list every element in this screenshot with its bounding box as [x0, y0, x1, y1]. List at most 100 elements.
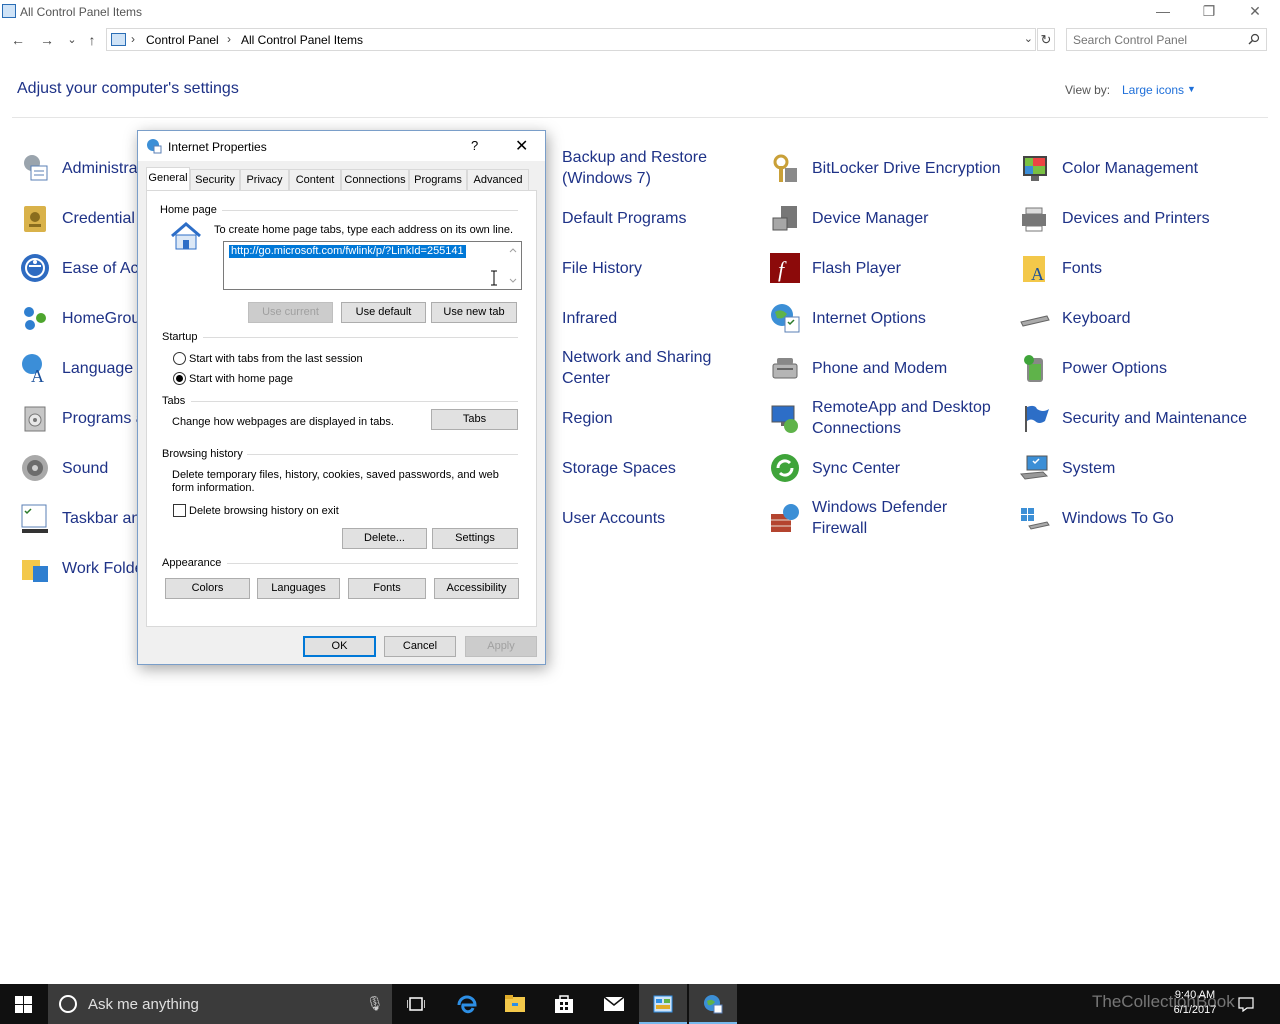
microphone-icon[interactable]: 🎙	[366, 995, 384, 1012]
tab-general[interactable]: General	[146, 167, 190, 191]
dialog-close-button[interactable]: ✕	[515, 136, 528, 156]
address-dropdown-icon[interactable]: ⌄	[1024, 32, 1033, 45]
tab-privacy[interactable]: Privacy	[240, 169, 289, 191]
taskbar-edge[interactable]	[443, 984, 491, 1024]
item-device-manager[interactable]: Device Manager	[769, 196, 1009, 240]
ok-button[interactable]: OK	[303, 636, 376, 657]
taskbar-store[interactable]	[540, 984, 588, 1024]
view-by-dropdown[interactable]: Large icons	[1122, 83, 1184, 97]
taskbar-internet-properties[interactable]	[689, 984, 737, 1024]
item-phone-modem[interactable]: Phone and Modem	[769, 346, 1009, 390]
item-programs-features[interactable]: Programs a	[19, 396, 145, 440]
color-management-icon	[1023, 156, 1047, 181]
delete-on-exit-label[interactable]: Delete browsing history on exit	[189, 505, 339, 518]
tab-programs[interactable]: Programs	[409, 169, 467, 191]
radio-home-page-label[interactable]: Start with home page	[189, 373, 293, 386]
item-power-options[interactable]: Power Options	[1019, 346, 1259, 390]
item-storage-spaces[interactable]: Storage Spaces	[519, 446, 739, 490]
item-internet-options[interactable]: Internet Options	[769, 296, 1009, 340]
item-homegroup[interactable]: HomeGrou	[19, 296, 140, 340]
item-network-sharing[interactable]: Network and Sharing Center	[519, 346, 739, 390]
apply-button[interactable]: Apply	[465, 636, 537, 657]
dialog-title-bar[interactable]: Internet Properties ? ✕	[138, 131, 545, 161]
url-scrollbar[interactable]	[506, 243, 520, 288]
item-language[interactable]: A Language	[19, 346, 139, 390]
accessibility-button[interactable]: Accessibility	[434, 578, 519, 599]
item-fonts[interactable]: A Fonts	[1019, 246, 1259, 290]
search-icon	[1248, 33, 1260, 45]
taskbar-control-panel[interactable]	[639, 984, 687, 1024]
search-box[interactable]	[1066, 28, 1267, 51]
close-button[interactable]: ✕	[1232, 0, 1278, 24]
refresh-button[interactable]: ↻	[1037, 28, 1055, 51]
home-page-url-text[interactable]: http://go.microsoft.com/fwlink/p/?LinkId…	[229, 245, 466, 258]
system-clock[interactable]: 9:40 AM 6/1/2017	[1165, 988, 1225, 1018]
up-button[interactable]: ↑	[82, 30, 102, 50]
tab-security[interactable]: Security	[190, 169, 240, 191]
tab-advanced[interactable]: Advanced	[467, 169, 529, 191]
delete-on-exit-checkbox[interactable]	[173, 504, 186, 517]
radio-home-page[interactable]	[173, 372, 186, 385]
cortana-search-box[interactable]: Ask me anything 🎙	[48, 984, 392, 1024]
item-backup-restore[interactable]: Backup and Restore (Windows 7)	[519, 146, 739, 190]
item-region[interactable]: Region	[519, 396, 739, 440]
item-taskbar-navigation[interactable]: Taskbar an	[19, 496, 141, 540]
restore-button[interactable]: ❐	[1186, 0, 1232, 24]
item-firewall[interactable]: Windows Defender Firewall	[769, 496, 1009, 540]
delete-button[interactable]: Delete...	[342, 528, 427, 549]
notification-icon[interactable]	[1238, 996, 1254, 1012]
tab-content[interactable]: Content	[289, 169, 341, 191]
item-work-folders[interactable]: Work Folde	[19, 546, 144, 590]
item-credential-manager[interactable]: Credential	[19, 196, 139, 240]
item-flash-player[interactable]: f Flash Player	[769, 246, 1009, 290]
settings-button[interactable]: Settings	[432, 528, 518, 549]
breadcrumb-control-panel[interactable]: Control Panel	[146, 33, 219, 47]
item-keyboard[interactable]: Keyboard	[1019, 296, 1259, 340]
help-button[interactable]: ?	[471, 138, 478, 153]
radio-last-session-label[interactable]: Start with tabs from the last session	[189, 353, 363, 366]
cancel-button[interactable]: Cancel	[384, 636, 456, 657]
item-label: Taskbar an	[62, 509, 141, 527]
use-default-button[interactable]: Use default	[341, 302, 426, 323]
item-sync-center[interactable]: Sync Center	[769, 446, 1009, 490]
languages-button[interactable]: Languages	[257, 578, 340, 599]
home-page-url-field[interactable]: http://go.microsoft.com/fwlink/p/?LinkId…	[223, 241, 522, 290]
taskbar: Ask me anything 🎙 TheCollectionBook 9:40…	[0, 984, 1280, 1024]
taskbar-file-explorer[interactable]	[491, 984, 539, 1024]
item-ease-of-access[interactable]: Ease of Acc	[19, 246, 147, 290]
item-sound[interactable]: Sound	[19, 446, 139, 490]
cortana-placeholder[interactable]: Ask me anything	[88, 996, 199, 1013]
task-view-button[interactable]	[392, 984, 440, 1024]
forward-button[interactable]: →	[37, 30, 57, 50]
breadcrumb-all-items[interactable]: All Control Panel Items	[241, 33, 363, 47]
chevron-down-icon[interactable]: ▼	[1187, 84, 1196, 94]
taskbar-mail[interactable]	[590, 984, 638, 1024]
item-system[interactable]: System	[1019, 446, 1259, 490]
colors-button[interactable]: Colors	[165, 578, 250, 599]
radio-last-session[interactable]	[173, 352, 186, 365]
back-button[interactable]: ←	[8, 30, 28, 50]
recent-locations-button[interactable]: ⌄	[62, 30, 82, 50]
tabs-button[interactable]: Tabs	[431, 409, 518, 430]
item-default-programs[interactable]: Default Programs	[519, 196, 739, 240]
address-bar[interactable]: › Control Panel › All Control Panel Item…	[106, 28, 1036, 51]
use-new-tab-button[interactable]: Use new tab	[431, 302, 517, 323]
item-windows-to-go[interactable]: Windows To Go	[1019, 496, 1259, 540]
item-security-maintenance[interactable]: Security and Maintenance	[1019, 396, 1259, 440]
item-remoteapp[interactable]: RemoteApp and Desktop Connections	[769, 396, 1009, 440]
item-bitlocker[interactable]: BitLocker Drive Encryption	[769, 146, 1009, 190]
item-user-accounts[interactable]: User Accounts	[519, 496, 739, 540]
tab-connections[interactable]: Connections	[341, 169, 409, 191]
minimize-button[interactable]: —	[1140, 0, 1186, 24]
start-button[interactable]	[0, 984, 48, 1024]
item-infrared[interactable]: Infrared	[519, 296, 739, 340]
item-devices-printers[interactable]: Devices and Printers	[1019, 196, 1259, 240]
search-input[interactable]	[1073, 32, 1243, 48]
item-color-management[interactable]: Color Management	[1019, 146, 1259, 190]
use-current-button[interactable]: Use current	[248, 302, 333, 323]
item-file-history[interactable]: File History	[519, 246, 739, 290]
breadcrumb-separator[interactable]: ›	[131, 32, 135, 46]
item-administrative-tools[interactable]: Administra	[19, 146, 139, 190]
breadcrumb-separator[interactable]: ›	[227, 32, 231, 46]
fonts-button[interactable]: Fonts	[348, 578, 426, 599]
